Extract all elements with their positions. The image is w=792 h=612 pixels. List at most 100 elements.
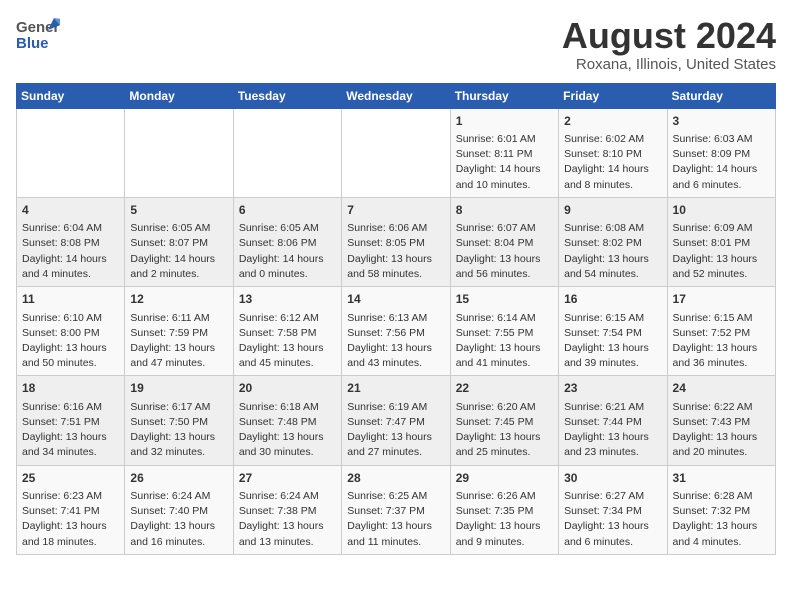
calendar-cell <box>233 108 341 197</box>
day-info: Sunrise: 6:25 AM Sunset: 7:37 PM Dayligh… <box>347 489 444 550</box>
calendar-cell <box>125 108 233 197</box>
day-info: Sunrise: 6:03 AM Sunset: 8:09 PM Dayligh… <box>673 132 770 193</box>
calendar-cell: 10Sunrise: 6:09 AM Sunset: 8:01 PM Dayli… <box>667 197 775 286</box>
title-area: August 2024 Roxana, Illinois, United Sta… <box>562 16 776 73</box>
calendar-cell: 29 Sunrise: 6:26 AM Sunset: 7:35 PM Dayli… <box>450 465 558 554</box>
day-info: Sunrise: 6:14 AM Sunset: 7:55 PM Dayligh… <box>456 311 553 372</box>
day-header-wednesday: Wednesday <box>342 83 450 108</box>
page-subtitle: Roxana, Illinois, United States <box>562 56 776 73</box>
calendar-cell: 16Sunrise: 6:15 AM Sunset: 7:54 PM Dayli… <box>559 287 667 376</box>
day-info: Sunrise: 6:04 AM Sunset: 8:08 PM Dayligh… <box>22 221 119 282</box>
day-info: Sunrise: 6:10 AM Sunset: 8:00 PM Dayligh… <box>22 311 119 372</box>
day-number: 15 <box>456 291 553 308</box>
day-info: Sunrise: 6:05 AM Sunset: 8:07 PM Dayligh… <box>130 221 227 282</box>
day-info: Sunrise: 6:16 AM Sunset: 7:51 PM Dayligh… <box>22 400 119 461</box>
day-info: Sunrise: 6:15 AM Sunset: 7:52 PM Dayligh… <box>673 311 770 372</box>
day-number: 3 <box>673 113 770 130</box>
day-number: 13 <box>239 291 336 308</box>
day-header-monday: Monday <box>125 83 233 108</box>
calendar-cell: 9 Sunrise: 6:08 AM Sunset: 8:02 PM Daylig… <box>559 197 667 286</box>
calendar-cell: 3 Sunrise: 6:03 AM Sunset: 8:09 PM Daylig… <box>667 108 775 197</box>
day-number: 5 <box>130 202 227 219</box>
day-info: Sunrise: 6:06 AM Sunset: 8:05 PM Dayligh… <box>347 221 444 282</box>
day-number: 16 <box>564 291 661 308</box>
calendar-cell: 7 Sunrise: 6:06 AM Sunset: 8:05 PM Daylig… <box>342 197 450 286</box>
day-info: Sunrise: 6:05 AM Sunset: 8:06 PM Dayligh… <box>239 221 336 282</box>
calendar-cell: 4 Sunrise: 6:04 AM Sunset: 8:08 PM Daylig… <box>17 197 125 286</box>
calendar-cell: 6 Sunrise: 6:05 AM Sunset: 8:06 PM Daylig… <box>233 197 341 286</box>
day-number: 31 <box>673 470 770 487</box>
day-number: 26 <box>130 470 227 487</box>
day-info: Sunrise: 6:18 AM Sunset: 7:48 PM Dayligh… <box>239 400 336 461</box>
calendar-cell <box>17 108 125 197</box>
day-number: 23 <box>564 380 661 397</box>
calendar-cell: 11 Sunrise: 6:10 AM Sunset: 8:00 PM Dayli… <box>17 287 125 376</box>
day-number: 4 <box>22 202 119 219</box>
day-info: Sunrise: 6:11 AM Sunset: 7:59 PM Dayligh… <box>130 311 227 372</box>
logo-svg: General Blue <box>16 16 60 56</box>
calendar-cell: 17 Sunrise: 6:15 AM Sunset: 7:52 PM Dayli… <box>667 287 775 376</box>
day-info: Sunrise: 6:01 AM Sunset: 8:11 PM Dayligh… <box>456 132 553 193</box>
day-number: 6 <box>239 202 336 219</box>
day-info: Sunrise: 6:02 AM Sunset: 8:10 PM Dayligh… <box>564 132 661 193</box>
calendar-cell: 26Sunrise: 6:24 AM Sunset: 7:40 PM Dayli… <box>125 465 233 554</box>
calendar-cell: 13 Sunrise: 6:12 AM Sunset: 7:58 PM Dayli… <box>233 287 341 376</box>
day-number: 27 <box>239 470 336 487</box>
day-number: 28 <box>347 470 444 487</box>
calendar-cell: 18 Sunrise: 6:16 AM Sunset: 7:51 PM Dayli… <box>17 376 125 465</box>
calendar-cell: 1 Sunrise: 6:01 AM Sunset: 8:11 PM Daylig… <box>450 108 558 197</box>
calendar-week-3: 11 Sunrise: 6:10 AM Sunset: 8:00 PM Dayli… <box>17 287 776 376</box>
day-info: Sunrise: 6:07 AM Sunset: 8:04 PM Dayligh… <box>456 221 553 282</box>
calendar-cell: 15 Sunrise: 6:14 AM Sunset: 7:55 PM Dayli… <box>450 287 558 376</box>
calendar-cell: 21 Sunrise: 6:19 AM Sunset: 7:47 PM Dayli… <box>342 376 450 465</box>
calendar-cell <box>342 108 450 197</box>
day-number: 10 <box>673 202 770 219</box>
day-info: Sunrise: 6:20 AM Sunset: 7:45 PM Dayligh… <box>456 400 553 461</box>
day-header-friday: Friday <box>559 83 667 108</box>
calendar-cell: 31 Sunrise: 6:28 AM Sunset: 7:32 PM Dayli… <box>667 465 775 554</box>
day-number: 18 <box>22 380 119 397</box>
day-info: Sunrise: 6:28 AM Sunset: 7:32 PM Dayligh… <box>673 489 770 550</box>
day-number: 20 <box>239 380 336 397</box>
day-number: 11 <box>22 291 119 308</box>
day-info: Sunrise: 6:08 AM Sunset: 8:02 PM Dayligh… <box>564 221 661 282</box>
day-header-saturday: Saturday <box>667 83 775 108</box>
day-number: 21 <box>347 380 444 397</box>
calendar-header-row: SundayMondayTuesdayWednesdayThursdayFrid… <box>17 83 776 108</box>
day-info: Sunrise: 6:26 AM Sunset: 7:35 PM Dayligh… <box>456 489 553 550</box>
day-number: 9 <box>564 202 661 219</box>
day-number: 17 <box>673 291 770 308</box>
day-number: 30 <box>564 470 661 487</box>
day-info: Sunrise: 6:17 AM Sunset: 7:50 PM Dayligh… <box>130 400 227 461</box>
day-number: 2 <box>564 113 661 130</box>
day-number: 1 <box>456 113 553 130</box>
calendar-week-1: 1 Sunrise: 6:01 AM Sunset: 8:11 PM Daylig… <box>17 108 776 197</box>
calendar-cell: 19 Sunrise: 6:17 AM Sunset: 7:50 PM Dayli… <box>125 376 233 465</box>
day-header-thursday: Thursday <box>450 83 558 108</box>
day-info: Sunrise: 6:12 AM Sunset: 7:58 PM Dayligh… <box>239 311 336 372</box>
day-info: Sunrise: 6:23 AM Sunset: 7:41 PM Dayligh… <box>22 489 119 550</box>
day-number: 25 <box>22 470 119 487</box>
day-info: Sunrise: 6:27 AM Sunset: 7:34 PM Dayligh… <box>564 489 661 550</box>
day-number: 7 <box>347 202 444 219</box>
calendar-week-4: 18 Sunrise: 6:16 AM Sunset: 7:51 PM Dayli… <box>17 376 776 465</box>
calendar-cell: 22Sunrise: 6:20 AM Sunset: 7:45 PM Dayli… <box>450 376 558 465</box>
logo: General Blue <box>16 16 60 56</box>
page-title: August 2024 <box>562 16 776 56</box>
day-number: 12 <box>130 291 227 308</box>
day-number: 8 <box>456 202 553 219</box>
calendar-cell: 25 Sunrise: 6:23 AM Sunset: 7:41 PM Dayli… <box>17 465 125 554</box>
svg-text:Blue: Blue <box>16 35 49 52</box>
day-header-sunday: Sunday <box>17 83 125 108</box>
calendar-cell: 23 Sunrise: 6:21 AM Sunset: 7:44 PM Dayli… <box>559 376 667 465</box>
day-number: 29 <box>456 470 553 487</box>
page-header: General Blue August 2024 Roxana, Illinoi… <box>16 16 776 73</box>
day-number: 19 <box>130 380 227 397</box>
calendar-cell: 30 Sunrise: 6:27 AM Sunset: 7:34 PM Dayli… <box>559 465 667 554</box>
calendar-cell: 24Sunrise: 6:22 AM Sunset: 7:43 PM Dayli… <box>667 376 775 465</box>
day-info: Sunrise: 6:24 AM Sunset: 7:38 PM Dayligh… <box>239 489 336 550</box>
day-info: Sunrise: 6:19 AM Sunset: 7:47 PM Dayligh… <box>347 400 444 461</box>
calendar-cell: 12 Sunrise: 6:11 AM Sunset: 7:59 PM Dayli… <box>125 287 233 376</box>
day-number: 24 <box>673 380 770 397</box>
day-info: Sunrise: 6:21 AM Sunset: 7:44 PM Dayligh… <box>564 400 661 461</box>
